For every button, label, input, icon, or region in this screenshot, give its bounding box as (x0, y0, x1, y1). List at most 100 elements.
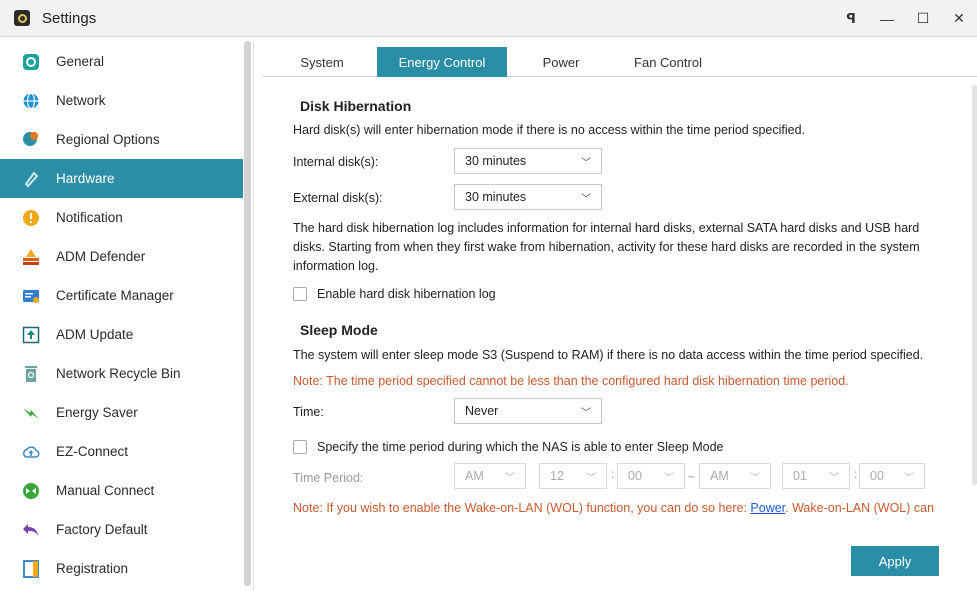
sidebar-item-notification[interactable]: Notification (0, 198, 243, 237)
wol-note: Note: If you wish to enable the Wake-on-… (293, 499, 934, 518)
internal-disk-value: 30 minutes (465, 154, 527, 168)
sidebar-item-label: Network (56, 93, 106, 108)
main-panel: System Energy Control Power Fan Control … (262, 37, 977, 591)
window-title: Settings (42, 9, 97, 27)
chevron-down-icon: ﹀ (581, 407, 591, 419)
sidebar-item-adm-update[interactable]: ADM Update (0, 315, 243, 354)
title-bar: Settings ꟼ — ☐ ✕ (0, 0, 977, 37)
enable-hibernation-log-checkbox[interactable] (293, 287, 307, 301)
tab-system[interactable]: System (286, 47, 358, 77)
sidebar-item-label: Certificate Manager (56, 288, 174, 303)
time-colon: : (611, 467, 615, 481)
start-hour-value: 12 (550, 469, 564, 483)
tab-energy-control[interactable]: Energy Control (377, 47, 507, 77)
sidebar-item-label: Network Recycle Bin (56, 366, 181, 381)
internal-disk-label: Internal disk(s): (293, 155, 379, 169)
pin-icon[interactable]: ꟼ (833, 0, 869, 37)
sidebar-item-general[interactable]: General (0, 42, 243, 81)
sidebar-item-regional-options[interactable]: Regional Options (0, 120, 243, 159)
chevron-down-icon: ﹀ (664, 472, 674, 484)
undo-icon (22, 521, 40, 539)
regional-icon (22, 131, 40, 149)
time-range-tilde: ~ (688, 470, 696, 484)
energy-saver-icon (22, 404, 40, 422)
chevron-down-icon: ﹀ (750, 472, 760, 484)
external-disk-label: External disk(s): (293, 191, 383, 205)
start-ampm-select[interactable]: AM ﹀ (454, 463, 526, 489)
chevron-down-icon: ﹀ (904, 472, 914, 484)
end-ampm-value: AM (710, 469, 729, 483)
sidebar-scrollbar[interactable] (244, 41, 251, 586)
sidebar-item-label: Manual Connect (56, 483, 155, 498)
defender-icon (22, 248, 40, 266)
sidebar-item-network-recycle-bin[interactable]: Network Recycle Bin (0, 354, 243, 393)
chevron-down-icon: ﹀ (581, 157, 591, 169)
sidebar-item-ez-connect[interactable]: EZ-Connect (0, 432, 243, 471)
hardware-icon (22, 170, 40, 188)
hibernation-log-info-line3: information log. (293, 259, 379, 273)
tab-fan-control[interactable]: Fan Control (616, 47, 720, 77)
settings-app-icon (14, 10, 30, 26)
sidebar-item-label: Registration (56, 561, 129, 576)
window-controls: ꟼ — ☐ ✕ (833, 0, 977, 37)
sidebar-item-manual-connect[interactable]: Manual Connect (0, 471, 243, 510)
content-scrollbar[interactable] (972, 85, 977, 485)
sleep-time-select[interactable]: Never ﹀ (454, 398, 602, 424)
start-minute-select[interactable]: 00 ﹀ (617, 463, 685, 489)
start-minute-value: 00 (628, 469, 642, 483)
hibernation-log-info-line1: The hard disk hibernation log includes i… (293, 221, 920, 235)
sleep-time-value: Never (465, 404, 499, 418)
sidebar-item-certificate-manager[interactable]: Certificate Manager (0, 276, 243, 315)
sidebar-item-energy-saver[interactable]: Energy Saver (0, 393, 243, 432)
external-disk-select[interactable]: 30 minutes ﹀ (454, 184, 602, 210)
end-minute-select[interactable]: 00 ﹀ (859, 463, 925, 489)
sidebar-item-label: Factory Default (56, 522, 148, 537)
sidebar-item-label: EZ-Connect (56, 444, 129, 459)
notification-icon (22, 209, 40, 227)
start-ampm-value: AM (465, 469, 484, 483)
power-link[interactable]: Power (750, 501, 785, 515)
end-ampm-select[interactable]: AM ﹀ (699, 463, 771, 489)
minimize-button[interactable]: — (869, 0, 905, 37)
sidebar-item-adm-defender[interactable]: ADM Defender (0, 237, 243, 276)
wol-note-text-end: . Wake-on-LAN (WOL) can (785, 501, 935, 515)
sleep-mode-description: The system will enter sleep mode S3 (Sus… (293, 348, 924, 362)
sidebar-item-hardware[interactable]: Hardware (0, 159, 243, 198)
cloud-icon (22, 443, 40, 461)
chevron-down-icon: ﹀ (581, 193, 591, 205)
update-icon (22, 326, 40, 344)
globe-icon (22, 92, 40, 110)
hibernation-log-info-line2: disks. Starting from when they first wak… (293, 240, 920, 254)
sidebar-item-registration[interactable]: Registration (0, 549, 243, 588)
end-minute-value: 00 (870, 469, 884, 483)
sidebar-item-label: ADM Update (56, 327, 134, 342)
maximize-button[interactable]: ☐ (905, 0, 941, 37)
sleep-mode-title: Sleep Mode (300, 322, 378, 338)
chevron-down-icon: ﹀ (829, 472, 839, 484)
manual-connect-icon (22, 482, 40, 500)
sleep-time-label: Time: (293, 405, 324, 419)
sidebar-item-label: Notification (56, 210, 123, 225)
tab-bar: System Energy Control Power Fan Control (262, 47, 977, 77)
sidebar-item-network[interactable]: Network (0, 81, 243, 120)
start-hour-select[interactable]: 12 ﹀ (539, 463, 607, 489)
tab-power[interactable]: Power (526, 47, 596, 77)
specify-time-period-checkbox[interactable] (293, 440, 307, 454)
sidebar: General Network Regional Options Hardwar… (0, 41, 254, 591)
sidebar-item-label: Hardware (56, 171, 115, 186)
external-disk-value: 30 minutes (465, 190, 527, 204)
sidebar-item-factory-default[interactable]: Factory Default (0, 510, 243, 549)
close-button[interactable]: ✕ (941, 0, 977, 37)
wol-note-text: Note: If you wish to enable the Wake-on-… (293, 501, 751, 515)
general-icon (22, 53, 40, 71)
specify-time-period-label: Specify the time period during which the… (317, 440, 724, 454)
chevron-down-icon: ﹀ (586, 472, 596, 484)
sidebar-item-label: ADM Defender (56, 249, 146, 264)
end-hour-value: 01 (793, 469, 807, 483)
apply-button[interactable]: Apply (851, 546, 939, 576)
internal-disk-select[interactable]: 30 minutes ﹀ (454, 148, 602, 174)
disk-hibernation-description: Hard disk(s) will enter hibernation mode… (293, 123, 806, 137)
sleep-mode-note: Note: The time period specified cannot b… (293, 374, 849, 388)
sidebar-item-label: Regional Options (56, 132, 160, 147)
end-hour-select[interactable]: 01 ﹀ (782, 463, 850, 489)
